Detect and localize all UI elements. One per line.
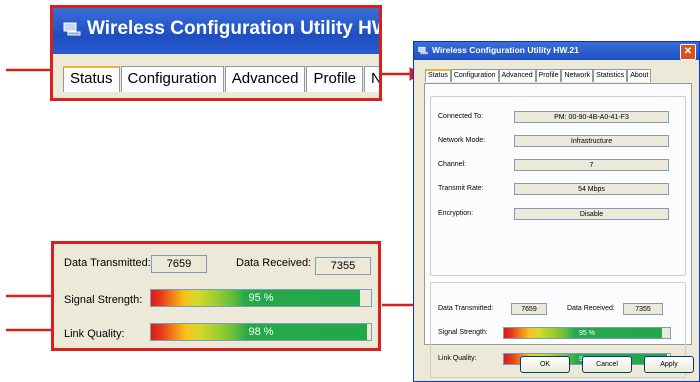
title-bar: Wireless Configuration Utility HW.21 xyxy=(53,8,379,54)
tab-bar: StatusConfigurationAdvancedProfileNetw xyxy=(63,66,379,92)
link-quality-bar: 98 % xyxy=(150,323,372,341)
tx-value: 7659 xyxy=(511,303,547,315)
status-panel: Connected To: PM: 00-90-4B-A0-41-F3 Netw… xyxy=(424,83,692,378)
link-percent: 98 % xyxy=(248,326,274,338)
apply-button[interactable]: Apply xyxy=(644,356,694,373)
transmit-rate-label: Transmit Rate: xyxy=(438,185,484,192)
tab-network[interactable]: Network xyxy=(561,69,594,82)
channel-value: 7 xyxy=(514,159,669,171)
network-mode-label: Network Mode: xyxy=(438,137,486,144)
tx-label: Data Transmitted: xyxy=(438,305,494,312)
link-quality-label: Link Quality: xyxy=(438,355,477,362)
zoom-callout-signal: Data Transmitted: 7659 Data Received: 73… xyxy=(51,241,381,351)
zoom-callout-tabs: Wireless Configuration Utility HW.21 Sta… xyxy=(50,5,382,101)
network-icon xyxy=(418,46,428,55)
signal-strength-bar: 95 % xyxy=(503,327,671,339)
tab-advanced[interactable]: Advanced xyxy=(498,69,536,82)
tab-statistics[interactable]: Statistics xyxy=(593,69,628,82)
connected-to-label: Connected To: xyxy=(438,113,484,120)
rx-value: 7355 xyxy=(315,257,371,275)
tab-network[interactable]: Netw xyxy=(364,66,379,92)
rx-label: Data Received: xyxy=(567,305,615,312)
tab-configuration[interactable]: Configuration xyxy=(120,66,224,92)
signal-label: Signal Strength: xyxy=(438,329,488,336)
connected-to-value: PM: 00-90-4B-A0-41-F3 xyxy=(514,111,669,123)
tab-configuration[interactable]: Configuration xyxy=(450,69,499,82)
cancel-button[interactable]: Cancel xyxy=(582,356,632,373)
tx-label: Data Transmitted: xyxy=(64,257,151,269)
tx-value: 7659 xyxy=(151,255,207,273)
dialog-window: Wireless Configuration Utility HW.21 ✕ S… xyxy=(413,41,700,382)
link-quality-label: Link Quality: xyxy=(64,328,125,340)
tab-status[interactable]: Status xyxy=(425,69,451,82)
tab-status[interactable]: Status xyxy=(63,66,120,92)
transmit-rate-value: 54 Mbps xyxy=(514,183,669,195)
tab-about[interactable]: About xyxy=(627,69,652,82)
signal-percent: 95 % xyxy=(248,292,274,304)
channel-label: Channel: xyxy=(438,161,467,168)
signal-label: Signal Strength: xyxy=(64,294,143,306)
dialog-tab-bar: Status Configuration Advanced Profile Networ… xyxy=(425,69,652,82)
network-mode-value: Infrastructure xyxy=(514,135,669,147)
window-title: Wireless Configuration Utility HW.21 xyxy=(87,18,379,39)
network-icon xyxy=(63,22,81,36)
rx-value: 7355 xyxy=(623,303,663,315)
ok-button[interactable]: OK xyxy=(520,356,570,373)
connection-group: Connected To: PM: 00-90-4B-A0-41-F3 Netw… xyxy=(430,96,686,276)
tab-profile[interactable]: Profile xyxy=(306,66,364,92)
encryption-value: Disable xyxy=(514,208,669,220)
dialog-title-bar[interactable]: Wireless Configuration Utility HW.21 ✕ xyxy=(414,42,699,60)
close-icon[interactable]: ✕ xyxy=(680,44,696,60)
tab-profile[interactable]: Profile xyxy=(535,69,562,82)
dialog-title: Wireless Configuration Utility HW.21 xyxy=(432,45,579,55)
encryption-label: Encryption: xyxy=(438,210,474,217)
signal-strength-bar: 95 % xyxy=(150,289,372,307)
tab-advanced[interactable]: Advanced xyxy=(224,66,306,92)
signal-percent: 95 % xyxy=(579,330,595,337)
rx-label: Data Received: xyxy=(236,257,312,269)
